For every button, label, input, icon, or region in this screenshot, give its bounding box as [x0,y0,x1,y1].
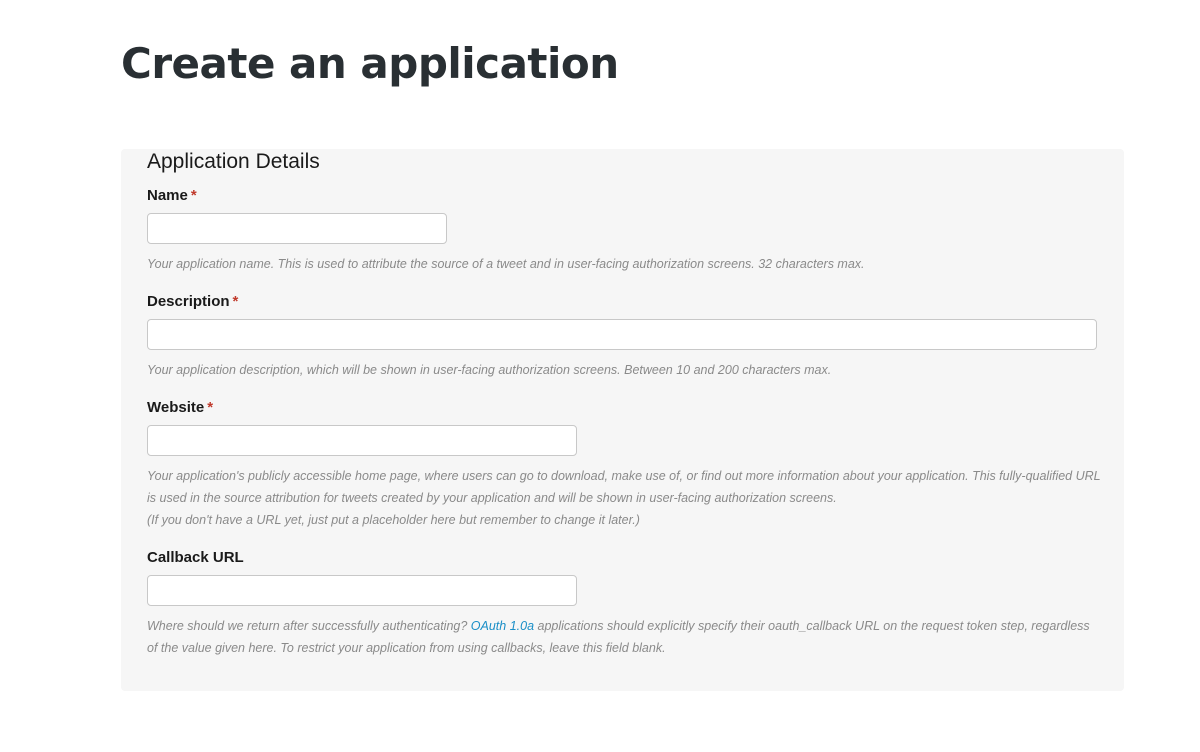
website-help-line1: Your application's publicly accessible h… [147,469,1101,505]
callback-help-before-link: Where should we return after successfull… [147,619,471,633]
callback-url-label-text: Callback URL [147,549,244,566]
required-mark: * [207,399,214,416]
callback-url-input[interactable] [147,575,577,606]
website-help-line2: (If you don't have a URL yet, just put a… [147,513,640,527]
page-title: Create an application [121,39,619,88]
callback-url-field-group: Callback URL Where should we return afte… [147,549,1102,659]
name-label: Name * [147,187,865,205]
application-details-panel: Application Details Name * Your applicati… [121,149,1124,691]
website-input[interactable] [147,425,577,456]
section-heading: Application Details [147,150,320,173]
description-input[interactable] [147,319,1097,350]
name-field-group: Name * Your application name. This is use… [147,187,865,275]
description-label: Description * [147,293,1097,311]
oauth-link[interactable]: OAuth 1.0a [471,619,534,633]
required-mark: * [232,293,239,310]
website-label: Website * [147,399,1102,417]
name-help-text: Your application name. This is used to a… [147,257,865,271]
required-mark: * [190,187,197,204]
website-help-text: Your application's publicly accessible h… [147,465,1102,531]
website-label-text: Website [147,399,205,416]
callback-url-help-text: Where should we return after successfull… [147,615,1102,659]
description-label-text: Description [147,293,230,310]
callback-url-label: Callback URL [147,549,1102,567]
description-help-text: Your application description, which will… [147,363,832,377]
name-label-text: Name [147,187,188,204]
website-field-group: Website * Your application's publicly acc… [147,399,1102,531]
name-input[interactable] [147,213,447,244]
description-field-group: Description * Your application descriptio… [147,293,1097,381]
